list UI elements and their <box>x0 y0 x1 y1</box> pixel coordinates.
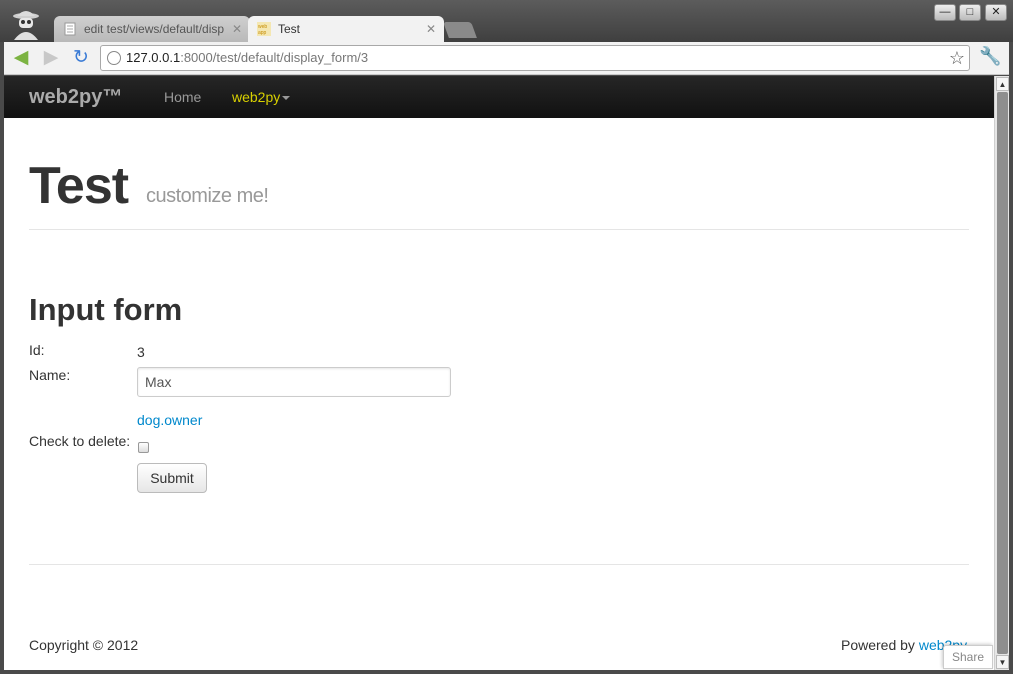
page-subtitle: customize me! <box>146 185 269 207</box>
new-tab-button[interactable] <box>443 22 477 38</box>
reload-icon[interactable]: ↻ <box>70 47 92 69</box>
close-window-button[interactable]: ✕ <box>985 4 1007 21</box>
web2py-favicon-icon: web app <box>257 22 271 36</box>
browser-toolbar: ◀ ▶ ↻ 127.0.0.1:8000/test/default/displa… <box>4 42 1009 75</box>
top-navbar: web2py™ Home web2py <box>4 76 994 118</box>
tab-label: edit test/views/default/disp <box>84 22 225 36</box>
close-icon[interactable]: ✕ <box>426 16 436 42</box>
tab-test[interactable]: web app Test ✕ <box>248 16 444 42</box>
name-input[interactable] <box>137 367 451 397</box>
submit-button[interactable]: Submit <box>137 463 207 493</box>
wrench-icon[interactable]: 🔧 <box>979 46 1001 67</box>
globe-icon <box>107 51 121 65</box>
divider <box>29 564 969 565</box>
page-title: Test <box>29 157 129 215</box>
bookmark-star-icon[interactable]: ☆ <box>949 46 965 70</box>
scroll-up-arrow-icon[interactable]: ▲ <box>996 77 1009 91</box>
brand-logo[interactable]: web2py™ <box>29 86 122 109</box>
delete-checkbox[interactable] <box>138 442 149 453</box>
scroll-down-arrow-icon[interactable]: ▼ <box>996 655 1009 669</box>
incognito-icon <box>13 11 39 40</box>
tab-label: Test <box>278 22 301 36</box>
url-path: :8000/test/default/display_form/3 <box>180 50 369 65</box>
maximize-button[interactable]: □ <box>959 4 981 21</box>
tab-edit-view[interactable]: edit test/views/default/disp ✕ <box>54 16 250 42</box>
caret-down-icon <box>282 96 291 101</box>
document-icon <box>64 22 76 36</box>
form-title: Input form <box>29 292 183 327</box>
powered-prefix: Powered by <box>841 637 919 653</box>
back-arrow-icon[interactable]: ◀ <box>10 47 32 69</box>
dog-owner-link[interactable]: dog.owner <box>137 412 202 428</box>
share-button[interactable]: Share <box>943 645 993 669</box>
page-viewport: web2py™ Home web2py Test customize me! I… <box>4 76 994 670</box>
address-bar[interactable]: 127.0.0.1:8000/test/default/display_form… <box>100 45 970 71</box>
minimize-button[interactable]: — <box>934 4 956 21</box>
id-value: 3 <box>137 344 145 360</box>
delete-label: Check to delete: <box>29 433 131 449</box>
vertical-scrollbar[interactable]: ▲ ▼ <box>994 76 1009 670</box>
forward-arrow-icon[interactable]: ▶ <box>40 47 62 69</box>
id-label: Id: <box>29 342 45 358</box>
divider <box>29 229 969 230</box>
close-icon[interactable]: ✕ <box>232 16 242 42</box>
nav-home-link[interactable]: Home <box>164 89 201 105</box>
name-label: Name: <box>29 367 71 383</box>
nav-web2py-label: web2py <box>232 89 281 105</box>
svg-text:app: app <box>258 30 267 36</box>
copyright-text: Copyright © 2012 <box>29 637 139 653</box>
nav-web2py-dropdown[interactable]: web2py <box>232 89 291 105</box>
scrollbar-thumb[interactable] <box>997 92 1008 654</box>
browser-titlebar: edit test/views/default/disp ✕ web app T… <box>0 0 1013 42</box>
url-host: 127.0.0.1 <box>126 50 181 65</box>
